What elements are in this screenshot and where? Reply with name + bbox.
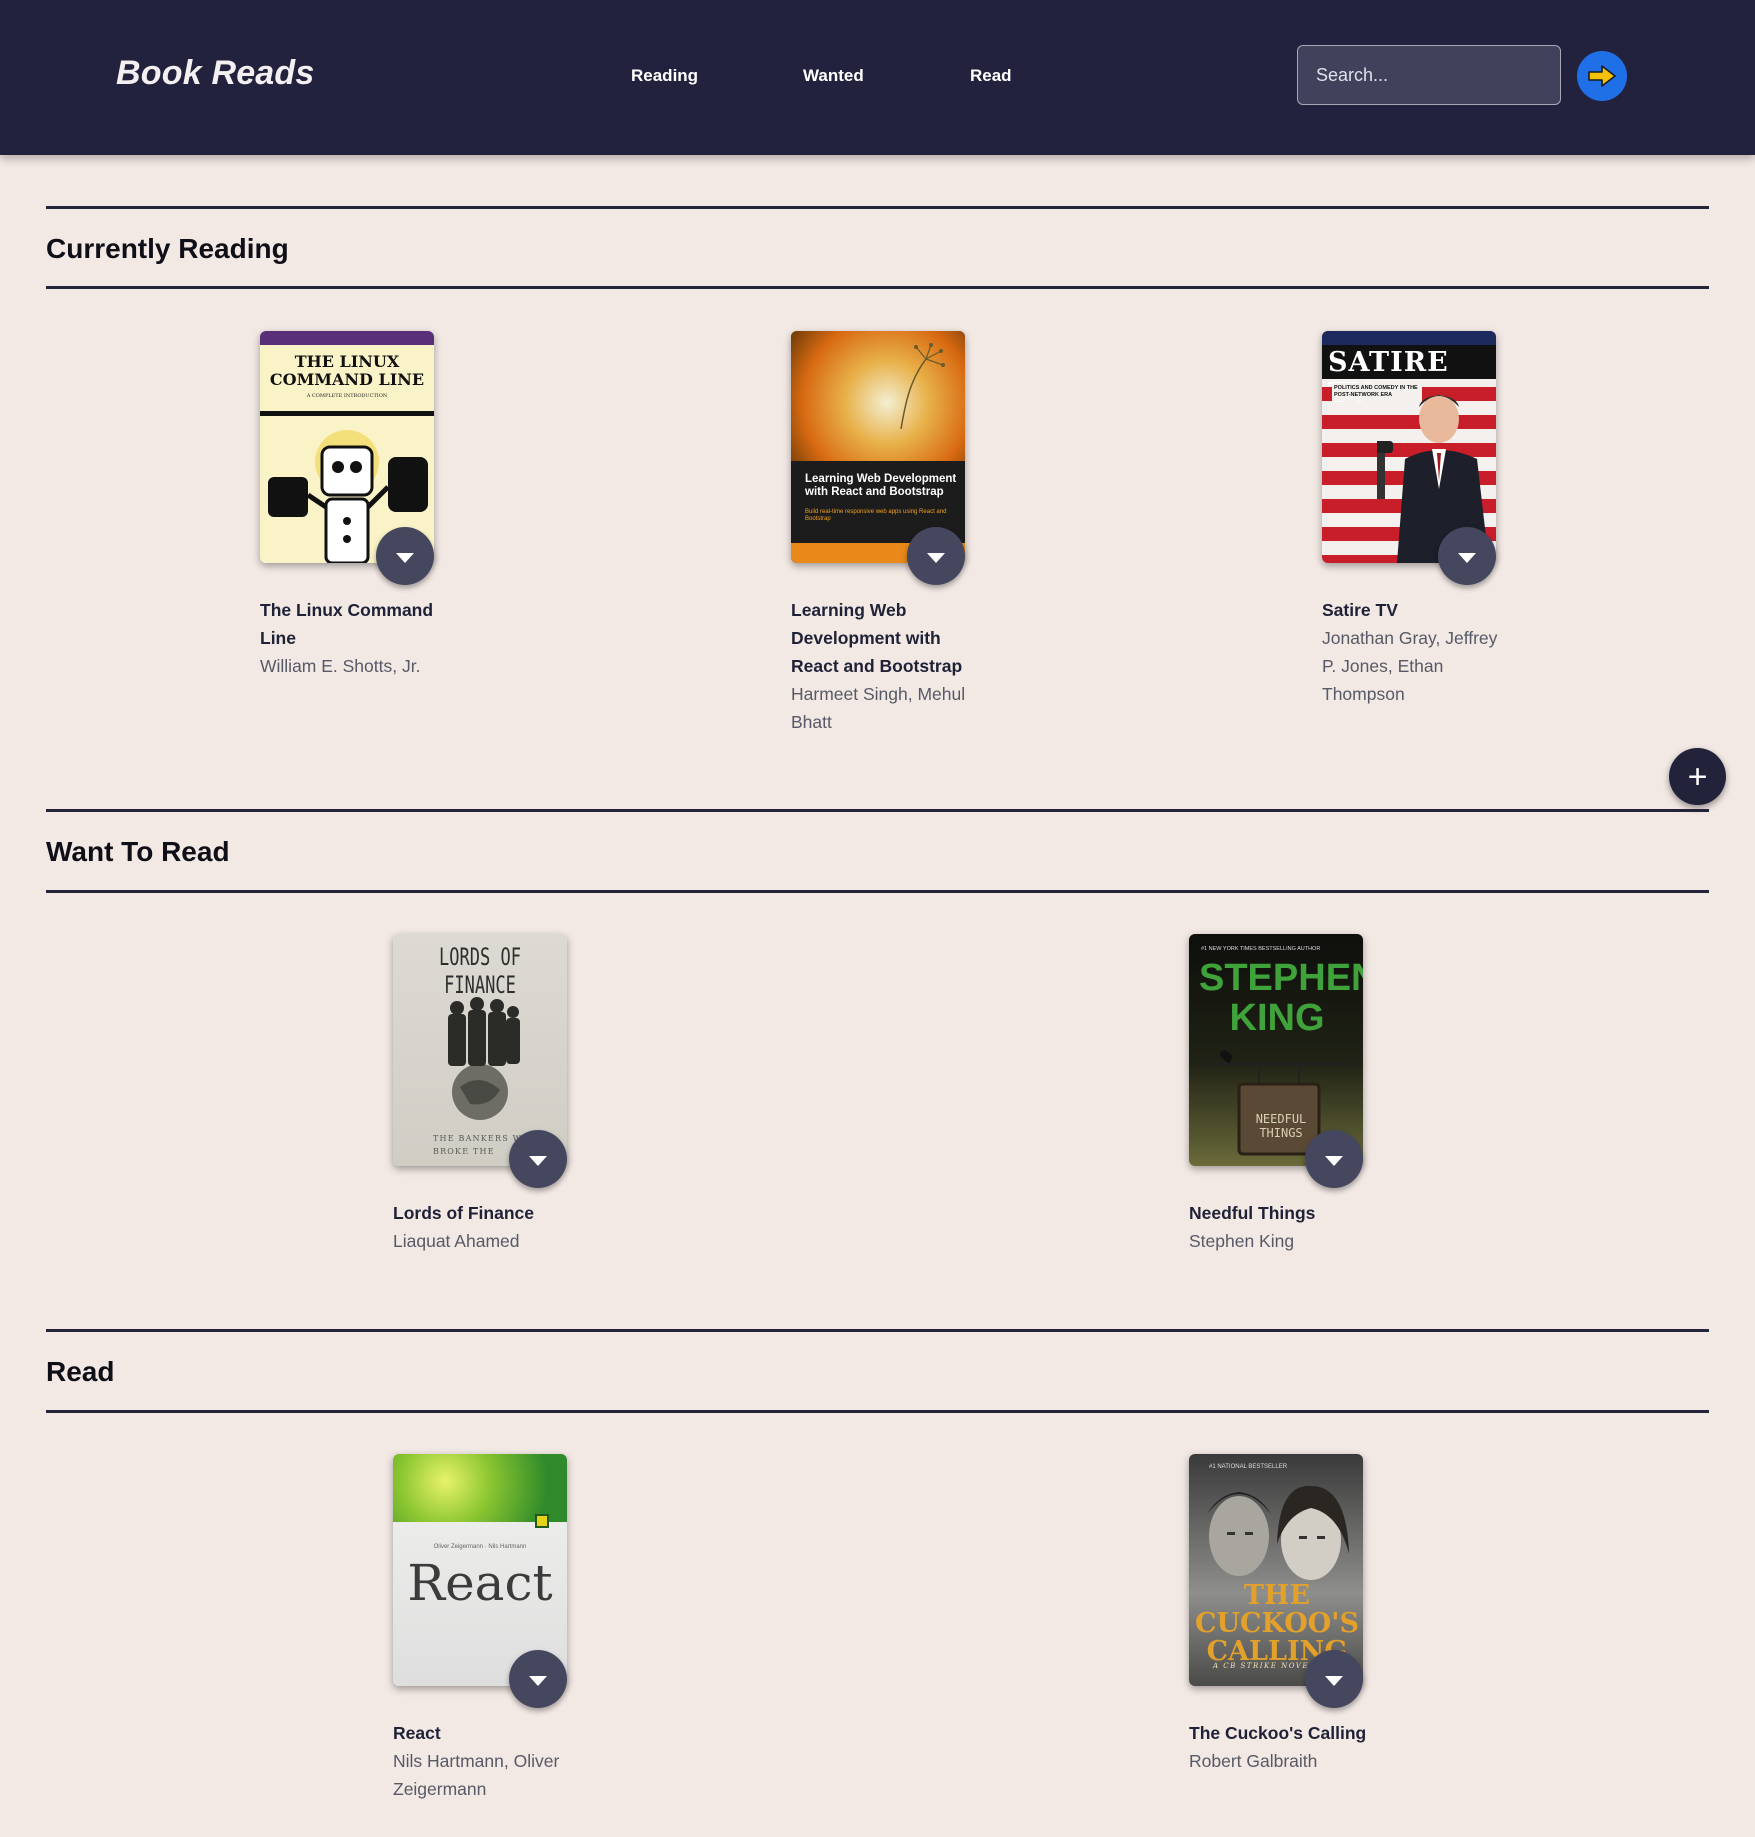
caret-down-icon	[529, 1675, 547, 1686]
book-card: LORDS OF FINANCE THE BANKERS WHO BROKE T…	[393, 934, 593, 1255]
caret-down-icon	[1458, 552, 1476, 563]
section-title-currently-reading: Currently Reading	[46, 233, 289, 264]
shelf-menu-button[interactable]	[907, 527, 965, 585]
caret-down-icon	[1325, 1155, 1343, 1166]
book-title: Satire TV	[1322, 600, 1398, 620]
book-card: Oliver Zeigermann · Nils Hartmann React …	[393, 1454, 593, 1803]
book-cover[interactable]: #1 NEW YORK TIMES BESTSELLING AUTHOR STE…	[1189, 934, 1363, 1188]
section-title-read: Read	[46, 1356, 115, 1387]
section-divider	[46, 1329, 1709, 1332]
book-title: Lords of Finance	[393, 1203, 534, 1223]
section-title-want-to-read: Want To Read	[46, 836, 230, 867]
nav-link-wanted[interactable]: Wanted	[803, 66, 864, 86]
book-authors: Robert Galbraith	[1189, 1751, 1318, 1771]
shelf-menu-button[interactable]	[509, 1130, 567, 1188]
caret-down-icon	[1325, 1675, 1343, 1686]
shelf-menu-button[interactable]	[1305, 1650, 1363, 1708]
book-card: #1 NATIONAL BESTSELLER THE CUCKOO'S CALL…	[1189, 1454, 1389, 1775]
book-card: #1 NEW YORK TIMES BESTSELLING AUTHOR STE…	[1189, 934, 1389, 1255]
book-cover[interactable]: Learning Web Development with React and …	[791, 331, 965, 585]
cover-top-text: #1 NEW YORK TIMES BESTSELLING AUTHOR	[1201, 946, 1321, 952]
cover-top-text: #1 NATIONAL BESTSELLER	[1209, 1464, 1288, 1470]
search-submit-button[interactable]	[1577, 51, 1627, 101]
section-divider	[46, 206, 1709, 209]
top-navbar: Book Reads Reading Wanted Read	[0, 0, 1755, 155]
plant-illustration	[900, 343, 945, 429]
book-title: React	[393, 1723, 441, 1743]
cover-subtitle-text: A COMPLETE INTRODUCTION	[306, 393, 388, 399]
section-divider	[46, 286, 1709, 289]
add-book-button[interactable]: +	[1669, 748, 1726, 805]
caret-down-icon	[529, 1155, 547, 1166]
book-authors: Liaquat Ahamed	[393, 1231, 520, 1251]
shelf-menu-button[interactable]	[509, 1650, 567, 1708]
book-authors: Stephen King	[1189, 1231, 1295, 1251]
cover-title-text: Learning Web Development with React and …	[805, 473, 957, 498]
cover-title-text: THE LINUX COMMAND LINE	[269, 352, 425, 389]
cover-title-text: STEPHEN KING	[1199, 957, 1363, 1039]
cover-subtitle-text: Build real-time responsive web apps usin…	[805, 509, 947, 522]
book-title: The Cuckoo's Calling	[1189, 1723, 1367, 1743]
book-title: Needful Things	[1189, 1203, 1316, 1223]
shelf-menu-button[interactable]	[1438, 527, 1496, 585]
book-card: THE LINUX COMMAND LINE A COMPLETE INTROD…	[260, 331, 460, 680]
search-input[interactable]	[1297, 45, 1561, 105]
book-authors: Nils Hartmann, Oliver Zeigermann	[393, 1751, 560, 1799]
book-card: Learning Web Development with React and …	[791, 331, 991, 736]
brand-logo[interactable]: Book Reads	[116, 54, 315, 93]
book-cover[interactable]: THE LINUX COMMAND LINE A COMPLETE INTROD…	[260, 331, 434, 585]
cover-title-text: React	[407, 1554, 553, 1612]
plus-icon: +	[1687, 757, 1708, 796]
book-cover[interactable]: Oliver Zeigermann · Nils Hartmann React	[393, 1454, 567, 1708]
book-cover[interactable]: SATIRE TV POLITICS AND COMEDY IN THE POS…	[1322, 331, 1496, 585]
nav-link-reading[interactable]: Reading	[631, 66, 698, 86]
shelf-menu-button[interactable]	[1305, 1130, 1363, 1188]
nav-link-read[interactable]: Read	[970, 66, 1012, 86]
book-authors: William E. Shotts, Jr.	[260, 656, 421, 676]
arrow-right-icon	[1588, 65, 1616, 87]
book-title: Learning Web Development with React and …	[791, 600, 963, 676]
book-authors: Jonathan Gray, Jeffrey P. Jones, Ethan T…	[1322, 628, 1498, 704]
book-authors: Harmeet Singh, Mehul Bhatt	[791, 684, 966, 732]
book-cover[interactable]: #1 NATIONAL BESTSELLER THE CUCKOO'S CALL…	[1189, 1454, 1363, 1708]
caret-down-icon	[927, 552, 945, 563]
section-divider	[46, 809, 1709, 812]
section-divider	[46, 1410, 1709, 1413]
book-card: SATIRE TV POLITICS AND COMEDY IN THE POS…	[1322, 331, 1522, 708]
book-cover[interactable]: LORDS OF FINANCE THE BANKERS WHO BROKE T…	[393, 934, 567, 1188]
cover-subtitle-text: NEEDFUL THINGS	[1255, 1112, 1307, 1140]
shelf-menu-button[interactable]	[376, 527, 434, 585]
caret-down-icon	[396, 552, 414, 563]
cover-subtitle-text: Oliver Zeigermann · Nils Hartmann	[433, 1544, 527, 1550]
bankers-illustration	[448, 997, 520, 1120]
book-title: The Linux Command Line	[260, 600, 434, 648]
section-divider	[46, 890, 1709, 893]
